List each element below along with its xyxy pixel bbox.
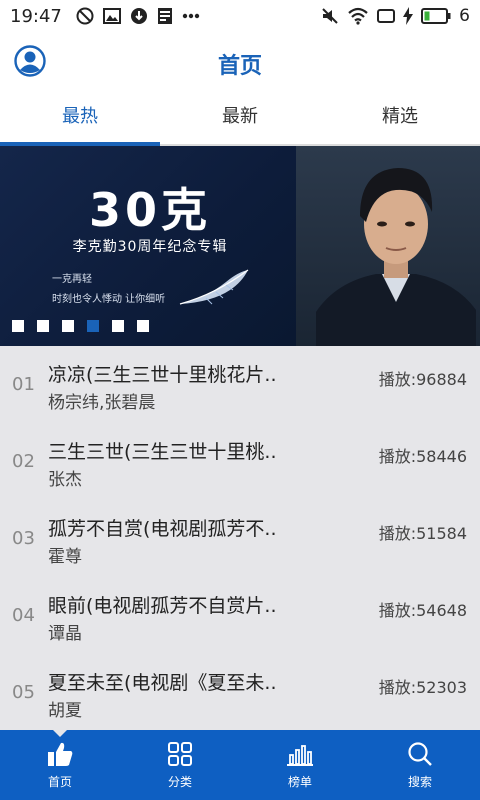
banner-tagline-2: 时刻也令人悸动 让你细听 [52, 294, 166, 305]
charging-icon [403, 7, 414, 25]
nav-item-category[interactable]: 分类 [120, 730, 240, 800]
tab-bar: 最热 最新 精选 [0, 92, 480, 146]
status-time: 19:47 [10, 5, 62, 27]
carousel-dot[interactable] [137, 320, 149, 332]
no-disturb-icon [76, 7, 94, 25]
news-icon [157, 7, 173, 25]
screen-icon [377, 8, 396, 24]
status-right-icons: 6 [321, 6, 470, 26]
nav-item-search[interactable]: 搜索 [360, 730, 480, 800]
tab-newest[interactable]: 最新 [160, 92, 320, 144]
song-rank: 05 [12, 682, 35, 703]
song-title: 孤芳不自赏(电视剧孤芳不.. [48, 518, 277, 540]
song-row[interactable]: 01 凉凉(三生三世十里桃花片.. 杨宗纬,张碧晨 播放:96884 [0, 346, 480, 423]
nav-label: 首页 [47, 775, 72, 789]
wifi-icon [347, 7, 369, 25]
song-rank: 02 [12, 451, 35, 472]
song-title: 眼前(电视剧孤芳不自赏片.. [48, 595, 277, 617]
nav-label: 榜单 [287, 775, 312, 789]
battery-icon [421, 8, 451, 24]
carousel-dot[interactable] [62, 320, 74, 332]
bottom-nav: 首页 分类 榜单 搜索 [0, 730, 480, 800]
page-title: 首页 [217, 54, 262, 79]
banner-headline: 30克 [88, 183, 211, 237]
song-artist: 胡夏 [48, 701, 82, 721]
song-title: 凉凉(三生三世十里桃花片.. [48, 364, 277, 386]
song-row[interactable]: 02 三生三世(三生三世十里桃.. 张杰 播放:58446 [0, 423, 480, 500]
status-left-icons [76, 7, 200, 25]
battery-level: 6 [459, 6, 470, 26]
search-icon [405, 739, 435, 769]
song-row[interactable]: 05 夏至未至(电视剧《夏至未.. 胡夏 播放:52303 [0, 654, 480, 730]
nav-item-charts[interactable]: 榜单 [240, 730, 360, 800]
song-play-count: 播放:54648 [378, 601, 467, 620]
carousel-dot[interactable] [12, 320, 24, 332]
nav-item-home[interactable]: 首页 [0, 730, 120, 800]
song-rank: 04 [12, 605, 35, 626]
carousel-dots [12, 320, 149, 332]
status-bar: 19:47 6 [0, 0, 480, 32]
more-icon [182, 13, 200, 19]
song-play-count: 播放:51584 [378, 524, 467, 543]
tab-featured[interactable]: 精选 [320, 92, 480, 144]
song-play-count: 播放:58446 [378, 447, 467, 466]
thumbs-up-icon [45, 739, 75, 769]
song-title: 三生三世(三生三世十里桃.. [48, 441, 277, 463]
song-row[interactable]: 03 孤芳不自赏(电视剧孤芳不.. 霍尊 播放:51584 [0, 500, 480, 577]
feather-icon [176, 268, 250, 308]
song-list: 01 凉凉(三生三世十里桃花片.. 杨宗纬,张碧晨 播放:96884 02 三生… [0, 346, 480, 730]
song-row[interactable]: 04 眼前(电视剧孤芳不自赏片.. 谭晶 播放:54648 [0, 577, 480, 654]
tab-hottest[interactable]: 最热 [0, 92, 160, 146]
image-icon [102, 8, 121, 24]
carousel-dot[interactable] [37, 320, 49, 332]
song-rank: 01 [12, 374, 35, 395]
song-artist: 张杰 [48, 470, 82, 490]
song-play-count: 播放:52303 [378, 678, 467, 697]
song-artist: 杨宗纬,张碧晨 [48, 393, 156, 413]
song-title: 夏至未至(电视剧《夏至未.. [48, 672, 277, 694]
promo-banner[interactable]: 30克 李克勤30周年纪念专辑 一克再轻 时刻也令人悸动 让你细听 [0, 146, 480, 346]
song-rank: 03 [12, 528, 35, 549]
carousel-dot-active[interactable] [87, 320, 99, 332]
banner-tagline-1: 一克再轻 [52, 274, 92, 285]
chart-icon [285, 739, 315, 769]
nav-label: 搜索 [407, 775, 432, 789]
app-header: 首页 [0, 32, 480, 92]
download-icon [130, 7, 148, 25]
song-artist: 霍尊 [48, 547, 82, 567]
banner-subline: 李克勤30周年纪念专辑 [72, 239, 228, 255]
artist-portrait-icon [316, 152, 476, 346]
song-artist: 谭晶 [48, 624, 82, 644]
carousel-dot[interactable] [112, 320, 124, 332]
song-play-count: 播放:96884 [378, 370, 467, 389]
mute-icon [321, 7, 339, 25]
grid-icon [165, 739, 195, 769]
nav-label: 分类 [167, 775, 192, 789]
